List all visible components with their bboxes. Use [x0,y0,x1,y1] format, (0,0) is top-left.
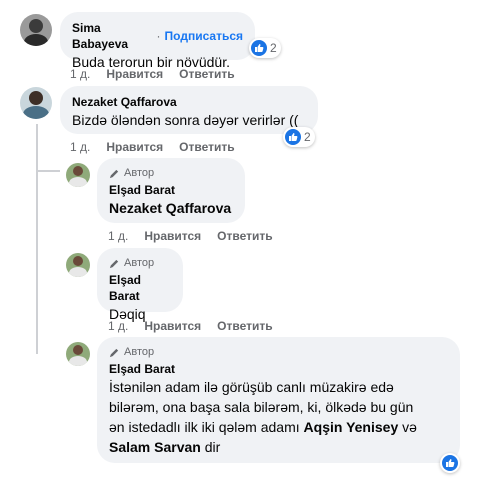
mention-link[interactable]: Aqşin Yenisey [304,419,399,435]
pencil-icon [109,169,119,178]
reply-mention[interactable]: Nezaket Qaffarova [109,198,233,218]
avatar[interactable] [66,163,90,187]
reaction-badge[interactable] [440,453,460,473]
comment-actions: 1 д. Нравится Ответить [70,66,235,82]
comment-author[interactable]: Sima Babayeva [72,20,153,52]
follow-link[interactable]: Подписаться [165,28,243,44]
pencil-icon [109,259,119,268]
thread-connector-branch [36,170,60,172]
reaction-count: 2 [270,41,277,55]
timestamp[interactable]: 1 д. [70,139,90,155]
reaction-badge[interactable]: 2 [249,38,281,58]
reply-button[interactable]: Ответить [179,139,234,155]
comment-actions: 1 д. Нравится Ответить [70,139,235,155]
reaction-count: 2 [304,130,311,144]
reply-author[interactable]: Elşad Barat [109,182,175,198]
author-badge: Автор [109,345,448,359]
comment-bubble: Sima Babayeva · Подписаться Buda terorun… [60,12,255,70]
like-button[interactable]: Нравится [144,318,201,334]
avatar[interactable] [66,253,90,277]
author-badge-label: Автор [124,167,155,179]
reply-text: İstənilən adam ilə görüşüb canlı müzakir… [109,377,429,457]
like-button[interactable]: Нравится [106,139,163,155]
reply-button[interactable]: Ответить [217,318,272,334]
author-badge-label: Автор [124,346,155,358]
reaction-badge[interactable]: 2 [283,127,315,147]
reply-button[interactable]: Ответить [217,228,272,244]
like-button[interactable]: Нравится [106,66,163,82]
like-button[interactable]: Нравится [144,228,201,244]
mention-link[interactable]: Salam Sarvan [109,439,201,455]
author-badge: Автор [109,256,171,270]
avatar[interactable] [66,342,90,366]
timestamp[interactable]: 1 д. [108,318,128,334]
reply-text-part: dir [200,439,221,455]
separator-dot: · [156,29,161,43]
like-icon [442,455,458,471]
like-icon [251,40,267,56]
avatar[interactable] [20,87,52,119]
reply-bubble: Автор Elşad Barat Dəqiq [97,248,183,322]
comment-bubble: Nezaket Qaffarova Bizdə öləndən sonra də… [60,86,318,134]
pencil-icon [109,348,119,357]
like-icon [285,129,301,145]
reply-button[interactable]: Ответить [179,66,234,82]
timestamp[interactable]: 1 д. [108,228,128,244]
reply-actions: 1 д. Нравится Ответить [108,318,273,334]
reply-bubble: Автор Elşad Barat İstənilən adam ilə gör… [97,337,460,463]
reply-bubble: Автор Elşad Barat Nezaket Qaffarova [97,158,245,223]
reply-text-part: və [398,419,417,435]
author-badge: Автор [109,166,233,180]
avatar[interactable] [20,14,52,46]
comment-text: Bizdə öləndən sonra dəyər verirlər (( [72,112,299,128]
reply-author[interactable]: Elşad Barat [109,272,171,304]
comment-author[interactable]: Nezaket Qaffarova [72,94,177,110]
author-badge-label: Автор [124,257,155,269]
reply-actions: 1 д. Нравится Ответить [108,228,273,244]
timestamp[interactable]: 1 д. [70,66,90,82]
thread-connector [36,124,38,354]
reply-author[interactable]: Elşad Barat [109,361,175,377]
